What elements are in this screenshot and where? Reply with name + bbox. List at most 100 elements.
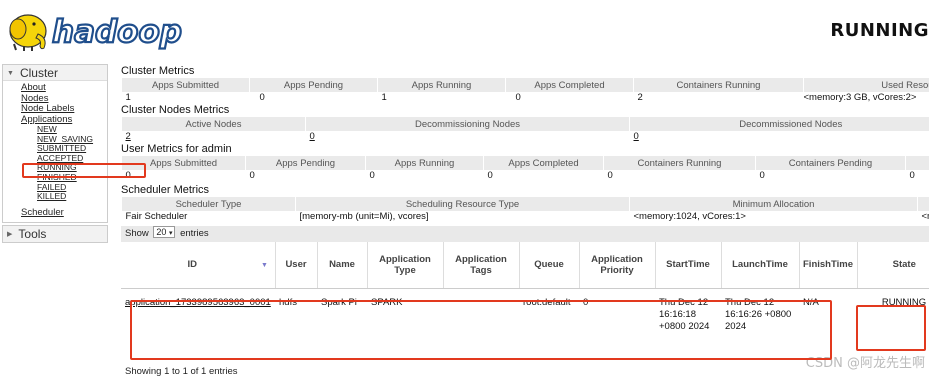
user-metrics-title: User Metrics for admin — [121, 143, 232, 155]
column-header: Containers Pending — [755, 156, 906, 170]
page-header: hadoop RUNNING — [0, 0, 929, 60]
scheduler-metrics-title: Scheduler Metrics — [121, 184, 210, 196]
metric-value: <memory:3 GB, vCores:2> — [803, 92, 917, 103]
main-content: Cluster Metrics Apps Submitted Apps Pend… — [121, 64, 929, 348]
column-header-name[interactable]: Name — [316, 242, 367, 289]
metric-value: 1 — [125, 92, 131, 103]
column-header-type[interactable]: Application Type — [366, 242, 443, 289]
cell-name: Spark Pi — [321, 296, 357, 308]
column-header: Apps Submitted — [121, 78, 250, 92]
page-size-select[interactable]: 20 ▾ — [153, 226, 176, 238]
metric-value: <m — [921, 211, 929, 222]
tools-nav-header[interactable]: ▶ Tools — [3, 226, 107, 243]
column-header-launch[interactable]: LaunchTime — [720, 242, 799, 289]
user-metrics-table: Apps Submitted Apps Pending Apps Running… — [121, 156, 929, 181]
nav-scheduler[interactable]: Scheduler — [21, 207, 107, 219]
tools-nav: ▶ Tools — [2, 225, 108, 244]
column-header-id[interactable]: ID ▼ — [121, 242, 275, 289]
metric-value: 2 — [637, 92, 643, 103]
metric-value: <memory:1024, vCores:1> — [633, 211, 746, 222]
nav-about[interactable]: About — [21, 82, 107, 94]
cluster-metrics-title: Cluster Metrics — [121, 65, 195, 77]
metric-value: 0 — [607, 170, 613, 181]
metric-value: 0 — [759, 170, 765, 181]
hadoop-logo: hadoop — [9, 13, 183, 51]
nav-applications[interactable]: Applications — [21, 114, 107, 126]
column-header: Apps Running — [377, 78, 506, 92]
header-label: ID — [187, 259, 198, 271]
column-header: Containers Running — [633, 78, 804, 92]
collapse-triangle-icon: ▶ — [7, 231, 13, 239]
app-id-link[interactable]: application_1733989563963_0001 — [121, 288, 275, 348]
cluster-links: About Nodes Node Labels Applications NEW… — [3, 81, 107, 222]
nav-state-killed[interactable]: KILLED — [37, 192, 107, 202]
cell-tags — [443, 288, 519, 348]
app-state-links: NEW NEW_SAVING SUBMITTED ACCEPTED RUNNIN… — [21, 124, 107, 202]
chevron-down-icon: ▾ — [168, 230, 173, 237]
page-size-value: 20 — [156, 227, 167, 237]
cell-queue: root.default — [523, 296, 571, 308]
column-header: Active Nodes — [121, 117, 306, 131]
column-header: Apps Running — [365, 156, 484, 170]
svg-text:hadoop: hadoop — [52, 14, 182, 50]
column-header: Apps Submitted — [121, 156, 246, 170]
metric-value: 0 — [249, 170, 255, 181]
nav-node-labels[interactable]: Node Labels — [21, 103, 107, 115]
column-header-tags[interactable]: Application Tags — [442, 242, 519, 289]
cluster-nav-header[interactable]: ▼ Cluster — [3, 65, 107, 81]
cell-type: SPARK — [371, 296, 403, 308]
metric-value: 0 — [515, 92, 521, 103]
show-label: Show — [125, 228, 149, 239]
metric-link[interactable]: 0 — [630, 131, 929, 142]
column-header: Scheduler Type — [121, 197, 296, 211]
table-row: application_1733989563963_0001 hdfs Spar… — [121, 288, 929, 348]
metric-value: 0 — [909, 170, 915, 181]
cluster-nav: ▼ Cluster About Nodes Node Labels Applica… — [2, 64, 108, 224]
column-header: Decommissioned Nodes — [629, 117, 929, 131]
column-header-start[interactable]: StartTime — [654, 242, 721, 289]
column-header-finish[interactable]: FinishTime — [798, 242, 857, 289]
metric-value: 0 — [369, 170, 375, 181]
metric-link[interactable]: 0 — [306, 131, 630, 142]
app-id-text: application_1733989563963_0001 — [125, 296, 271, 308]
cell-start: Thu Dec 12 16:16:18 +0800 2024 — [659, 296, 710, 332]
column-header — [917, 197, 929, 211]
metric-value: 0 — [125, 170, 131, 181]
cluster-label: Cluster — [19, 66, 58, 80]
column-header — [905, 156, 929, 170]
table-info: Showing 1 to 1 of 1 entries — [125, 366, 238, 377]
column-header-queue[interactable]: Queue — [518, 242, 579, 289]
node-metrics-title: Cluster Nodes Metrics — [121, 104, 230, 116]
sort-arrow-icon: ▼ — [261, 262, 268, 270]
scheduler-metrics-table: Scheduler Type Scheduling Resource Type … — [121, 197, 929, 222]
entries-label: entries — [180, 228, 209, 239]
column-header: Used Resources — [803, 78, 929, 92]
cell-priority: 0 — [583, 296, 589, 308]
page-size-bar: Show 20 ▾ entries — [121, 226, 929, 242]
cell-finish: N/A — [803, 296, 819, 308]
page-title: RUNNING — [830, 20, 929, 41]
metric-value: Fair Scheduler — [125, 211, 188, 222]
column-header: Minimum Allocation — [629, 197, 918, 211]
metric-value: 0 — [487, 170, 493, 181]
node-metrics-table: Active Nodes Decommissioning Nodes Decom… — [121, 117, 929, 142]
column-header: Apps Completed — [483, 156, 604, 170]
column-header-user[interactable]: User — [274, 242, 317, 289]
sidebar: ▼ Cluster About Nodes Node Labels Applica… — [0, 64, 110, 244]
column-header: Scheduling Resource Type — [295, 197, 630, 211]
metric-value: 0 — [259, 92, 265, 103]
cell-launch: Thu Dec 12 16:16:26 +0800 2024 — [725, 296, 792, 332]
column-header: Apps Pending — [245, 156, 366, 170]
metric-value: 1 — [381, 92, 387, 103]
column-header-priority[interactable]: Application Priority — [578, 242, 655, 289]
tools-label: Tools — [18, 227, 47, 242]
expand-triangle-icon: ▼ — [7, 70, 14, 77]
metric-link[interactable]: 2 — [122, 131, 306, 142]
column-header: Decommissioning Nodes — [305, 117, 630, 131]
column-header: Apps Pending — [249, 78, 378, 92]
column-header-state[interactable]: State — [856, 242, 929, 289]
column-header: Containers Running — [603, 156, 756, 170]
applications-table: ID ▼ User Name Application Type Applicati… — [121, 242, 929, 348]
cell-user: hdfs — [279, 296, 297, 308]
cell-state: RUNNING — [881, 296, 927, 308]
